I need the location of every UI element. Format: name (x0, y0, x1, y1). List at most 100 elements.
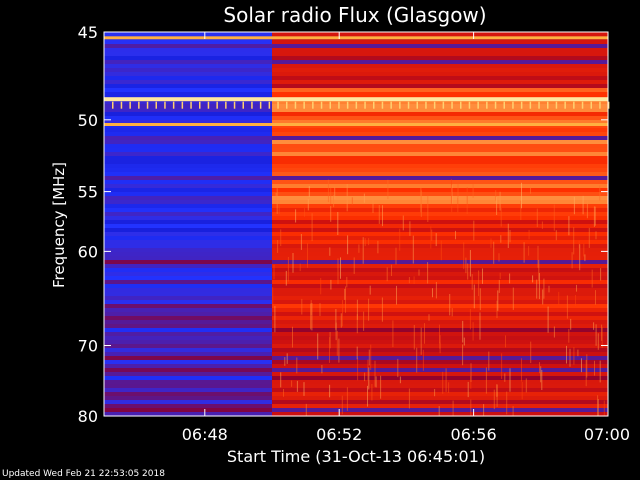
interference-tick (259, 101, 262, 109)
post-burst-band (272, 252, 608, 257)
interference-tick (381, 101, 384, 109)
pre-burst-band (104, 256, 272, 261)
pre-burst-band (104, 356, 272, 361)
post-burst-band (272, 268, 608, 273)
pre-burst-band (104, 272, 272, 277)
post-burst-band (272, 320, 608, 325)
interference-tick (138, 101, 140, 109)
pre-burst-band (104, 56, 272, 61)
pre-burst-band (104, 200, 272, 205)
pre-burst-band (104, 48, 272, 53)
interference-tick (555, 101, 558, 109)
pre-burst-band (104, 164, 272, 169)
interference-tick (312, 101, 314, 109)
post-burst-band (272, 284, 608, 289)
post-burst-band (272, 396, 608, 401)
post-burst-band (272, 248, 608, 253)
interference-tick (538, 101, 540, 109)
pre-burst-band (104, 392, 272, 397)
post-burst-band (272, 180, 608, 185)
pre-burst-band (104, 260, 272, 265)
post-burst-band (272, 360, 608, 365)
post-burst-band (272, 292, 608, 297)
post-burst-band (272, 156, 608, 161)
pre-burst-band (104, 204, 272, 209)
interference-tick (460, 101, 462, 109)
x-tick-label: 06:52 (316, 425, 362, 444)
post-burst-band (272, 116, 608, 121)
pre-burst-band (104, 216, 272, 221)
pre-burst-band (104, 380, 272, 385)
pre-burst-band (104, 156, 272, 161)
pre-burst-band (104, 184, 272, 189)
post-burst-band (272, 144, 608, 149)
interference-tick (407, 101, 410, 109)
post-burst-band (272, 200, 608, 205)
interference-tick (338, 101, 340, 109)
interference-tick (112, 101, 114, 109)
interference-tick (129, 101, 131, 109)
post-burst-band (272, 44, 608, 49)
post-burst-band (272, 216, 608, 221)
interference-line (104, 123, 608, 126)
post-burst-band (272, 188, 608, 193)
interference-tick (164, 101, 166, 109)
pre-burst-band (104, 60, 272, 65)
post-burst-band (272, 400, 608, 405)
post-burst-band (272, 176, 608, 181)
interference-tick (494, 101, 497, 109)
pre-burst-band (104, 396, 272, 401)
pre-burst-band (104, 372, 272, 377)
pre-burst-band (104, 284, 272, 289)
pre-burst-band (104, 308, 272, 313)
pre-burst-band (104, 224, 272, 229)
spectrogram-chart: Solar radio Flux (Glasgow) 45 50 55 60 70 80 0… (0, 0, 640, 480)
interference-line (104, 36, 608, 40)
pre-burst-band (104, 32, 272, 37)
interference-tick (520, 101, 523, 109)
post-burst-band (272, 316, 608, 321)
pre-burst-band (104, 280, 272, 285)
interference-tick (286, 101, 288, 109)
pre-burst-band (104, 112, 272, 117)
interference-tick (355, 101, 358, 109)
spectrogram-plot-area (104, 32, 610, 417)
post-burst-band (272, 392, 608, 397)
interference-tick (547, 101, 549, 109)
post-burst-band (272, 388, 608, 393)
pre-burst-band (104, 388, 272, 393)
post-burst-band (272, 408, 608, 413)
pre-burst-band (104, 344, 272, 349)
interference-tick (442, 101, 445, 109)
post-burst-band (272, 260, 608, 265)
pre-burst-band (104, 312, 272, 317)
y-tick-label: 80 (78, 407, 98, 426)
pre-burst-band (104, 332, 272, 337)
pre-burst-band (104, 304, 272, 309)
post-burst-band (272, 184, 608, 189)
pre-burst-band (104, 384, 272, 389)
post-burst-band (272, 312, 608, 317)
pre-burst-band (104, 92, 272, 97)
post-burst-band (272, 228, 608, 233)
update-timestamp: Updated Wed Feb 21 22:53:05 2018 (2, 469, 165, 479)
post-burst-band (272, 132, 608, 137)
post-burst-band (272, 244, 608, 249)
pre-burst-band (104, 288, 272, 293)
pre-burst-band (104, 292, 272, 297)
pre-burst-band (104, 320, 272, 325)
post-burst-band (272, 48, 608, 53)
pre-burst-band (104, 296, 272, 301)
interference-tick (190, 101, 192, 109)
pre-burst-band (104, 360, 272, 365)
post-burst-band (272, 304, 608, 309)
post-burst-band (272, 256, 608, 261)
post-burst-band (272, 272, 608, 277)
pre-burst-band (104, 64, 272, 69)
post-burst-band (272, 240, 608, 245)
y-tick-label: 45 (78, 23, 98, 42)
interference-tick (216, 101, 218, 109)
post-burst-band (272, 172, 608, 177)
pre-burst-band (104, 196, 272, 201)
interference-tick (599, 101, 601, 109)
